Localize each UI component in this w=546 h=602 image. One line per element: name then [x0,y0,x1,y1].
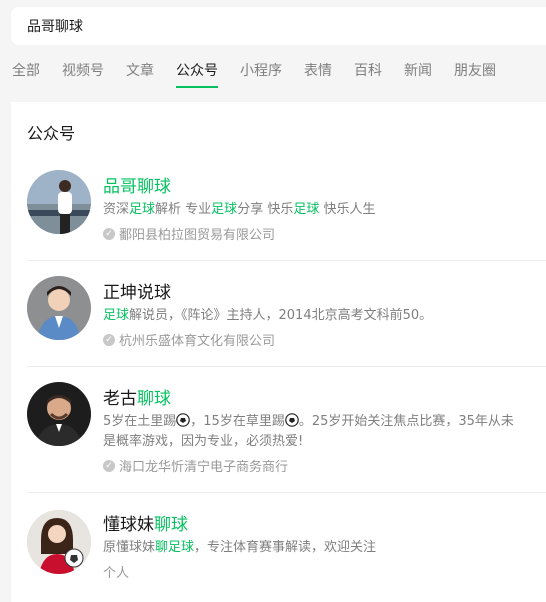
highlight-text: 足球 [103,308,130,323]
text-segment: 分享 快乐 [237,202,294,217]
avatar[interactable] [27,170,91,234]
tab-6[interactable]: 百科 [354,58,382,86]
soccer-ball-icon [285,413,299,427]
highlight-text: 品哥聊球 [103,177,171,197]
tab-3[interactable]: 公众号 [176,58,218,88]
soccer-ball-icon [176,413,191,427]
account-name[interactable]: 正坤说球 [103,278,171,303]
account-desc: 资深足球解析 专业足球分享 快乐足球 快乐人生 [103,200,375,220]
tab-5[interactable]: 表情 [304,58,332,86]
text-segment: 资深 [103,202,130,217]
text-segment: 老古 [103,389,137,409]
desc-line: 原懂球妹聊足球，专注体育赛事解读，欢迎关注 [103,538,376,558]
text-segment: 5岁在土里踢 [103,414,177,429]
text-segment: ，专注体育赛事解读，欢迎关注 [194,540,377,555]
text-segment: 。25岁开始关注焦点比赛，35年从未 [298,414,514,429]
desc-line: 5岁在土里踢 ，15岁在草里踢 。25岁开始关注焦点比赛，35年从未 [103,412,514,432]
verified-icon: ✓ [103,333,115,346]
avatar[interactable] [27,276,91,340]
highlight-text: 聊足球 [155,540,195,555]
highlight-text: 聊球 [154,515,188,535]
avatar[interactable] [27,510,91,574]
org-name: 杭州乐盛体育文化有限公司 [119,334,276,349]
highlight-text: 聊球 [137,389,171,409]
divider [27,492,546,493]
avatar-man-suit [27,276,91,340]
text-segment: ，15岁在草里踢 [190,414,285,429]
avatar-man-stadium [27,170,91,234]
text-segment: 解说员，《阵论》主持人，2014北京高考文科前50。 [129,308,433,323]
avatar-man-dark [27,382,91,446]
account-name[interactable]: 老古聊球 [103,384,171,409]
tab-1[interactable]: 视频号 [62,58,104,86]
account-name[interactable]: 品哥聊球 [103,172,171,197]
highlight-text: 足球 [293,202,320,217]
account-org: ✓ 鄱阳县柏拉图贸易有限公司 [103,224,275,243]
text-segment: 正坤说球 [103,283,171,303]
account-desc: 足球解说员，《阵论》主持人，2014北京高考文科前50。 [103,306,432,326]
tab-2[interactable]: 文章 [126,58,154,86]
highlight-text: 足球 [129,202,156,217]
account-name[interactable]: 懂球妹聊球 [103,510,188,535]
account-item[interactable]: 品哥聊球 资深足球解析 专业足球分享 快乐足球 快乐人生 ✓ 鄱阳县柏拉图贸易有… [27,168,546,258]
search-input[interactable]: 品哥聊球 [11,7,546,45]
desc-line: 资深足球解析 专业足球分享 快乐足球 快乐人生 [103,200,375,220]
account-item[interactable]: 懂球妹聊球 原懂球妹聊足球，专注体育赛事解读，欢迎关注 个人 [27,508,546,598]
desc-line: 足球解说员，《阵论》主持人，2014北京高考文科前50。 [103,306,432,326]
results-panel: 公众号 品哥聊球 资深足球解析 专业足球分享 快乐足球 快乐人生 ✓ 鄱阳县柏拉… [11,102,546,602]
tab-7[interactable]: 新闻 [404,58,432,86]
tab-8[interactable]: 朋友圈 [454,58,496,86]
account-org: 个人 [103,562,129,581]
search-query: 品哥聊球 [27,19,83,35]
section-title: 公众号 [27,124,76,143]
text-segment: 懂球妹 [103,515,154,535]
avatar[interactable] [27,382,91,446]
text-segment: 快乐人生 [319,202,376,217]
account-item[interactable]: 正坤说球 足球解说员，《阵论》主持人，2014北京高考文科前50。 ✓ 杭州乐盛… [27,274,546,364]
account-item[interactable]: 老古聊球 5岁在土里踢 ，15岁在草里踢 。25岁开始关注焦点比赛，35年从未是概率… [27,382,546,492]
org-name: 鄱阳县柏拉图贸易有限公司 [119,228,276,243]
divider [27,260,546,261]
tab-4[interactable]: 小程序 [240,58,282,86]
tab-0[interactable]: 全部 [12,58,40,86]
account-org: ✓ 杭州乐盛体育文化有限公司 [103,330,275,349]
tab-bar: 全部 视频号 文章 公众号 小程序 表情 百科 新闻 朋友圈 [12,58,518,90]
text-segment: 原懂球妹 [103,540,156,555]
divider [27,366,546,367]
verified-icon: ✓ [103,459,115,472]
account-org: ✓ 海口龙华忻清宁电子商务商行 [103,456,288,475]
org-name: 海口龙华忻清宁电子商务商行 [119,460,289,475]
highlight-text: 足球 [211,202,238,217]
text-segment: 是概率游戏，因为专业，必须热爱! [103,434,304,449]
avatar-woman-ball [27,510,91,574]
account-desc: 原懂球妹聊足球，专注体育赛事解读，欢迎关注 [103,538,376,558]
text-segment: 解析 专业 [155,202,212,217]
org-name: 个人 [103,566,130,581]
desc-line: 是概率游戏，因为专业，必须热爱! [103,432,514,452]
verified-icon: ✓ [103,227,115,240]
account-desc: 5岁在土里踢 ，15岁在草里踢 。25岁开始关注焦点比赛，35年从未是概率游戏，因为… [103,412,514,452]
